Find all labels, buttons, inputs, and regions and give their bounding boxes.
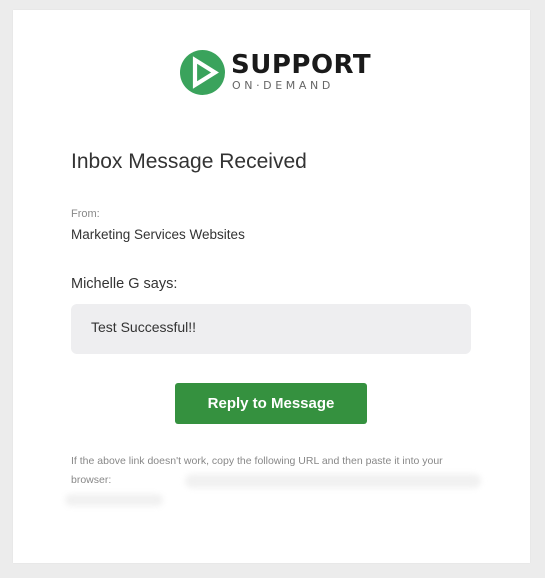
from-label: From:: [71, 208, 100, 220]
redacted-url-line-2: [65, 494, 163, 506]
message-text: Test Successful!!: [91, 319, 197, 335]
message-bubble: Test Successful!!: [71, 304, 471, 354]
logo-tagline: ON·DEMAND: [232, 79, 334, 92]
logo-wordmark: SUPPORT: [231, 50, 372, 80]
play-logo-icon: [180, 50, 225, 95]
reply-to-message-button[interactable]: Reply to Message: [175, 383, 367, 424]
email-card: SUPPORT ON·DEMAND Inbox Message Received…: [13, 10, 530, 563]
page-title: Inbox Message Received: [71, 150, 307, 173]
support-on-demand-logo: SUPPORT ON·DEMAND: [180, 50, 372, 96]
sender-says-label: Michelle G says:: [71, 276, 178, 292]
redacted-url-line-1: [185, 474, 481, 488]
from-value: Marketing Services Websites: [71, 227, 245, 242]
